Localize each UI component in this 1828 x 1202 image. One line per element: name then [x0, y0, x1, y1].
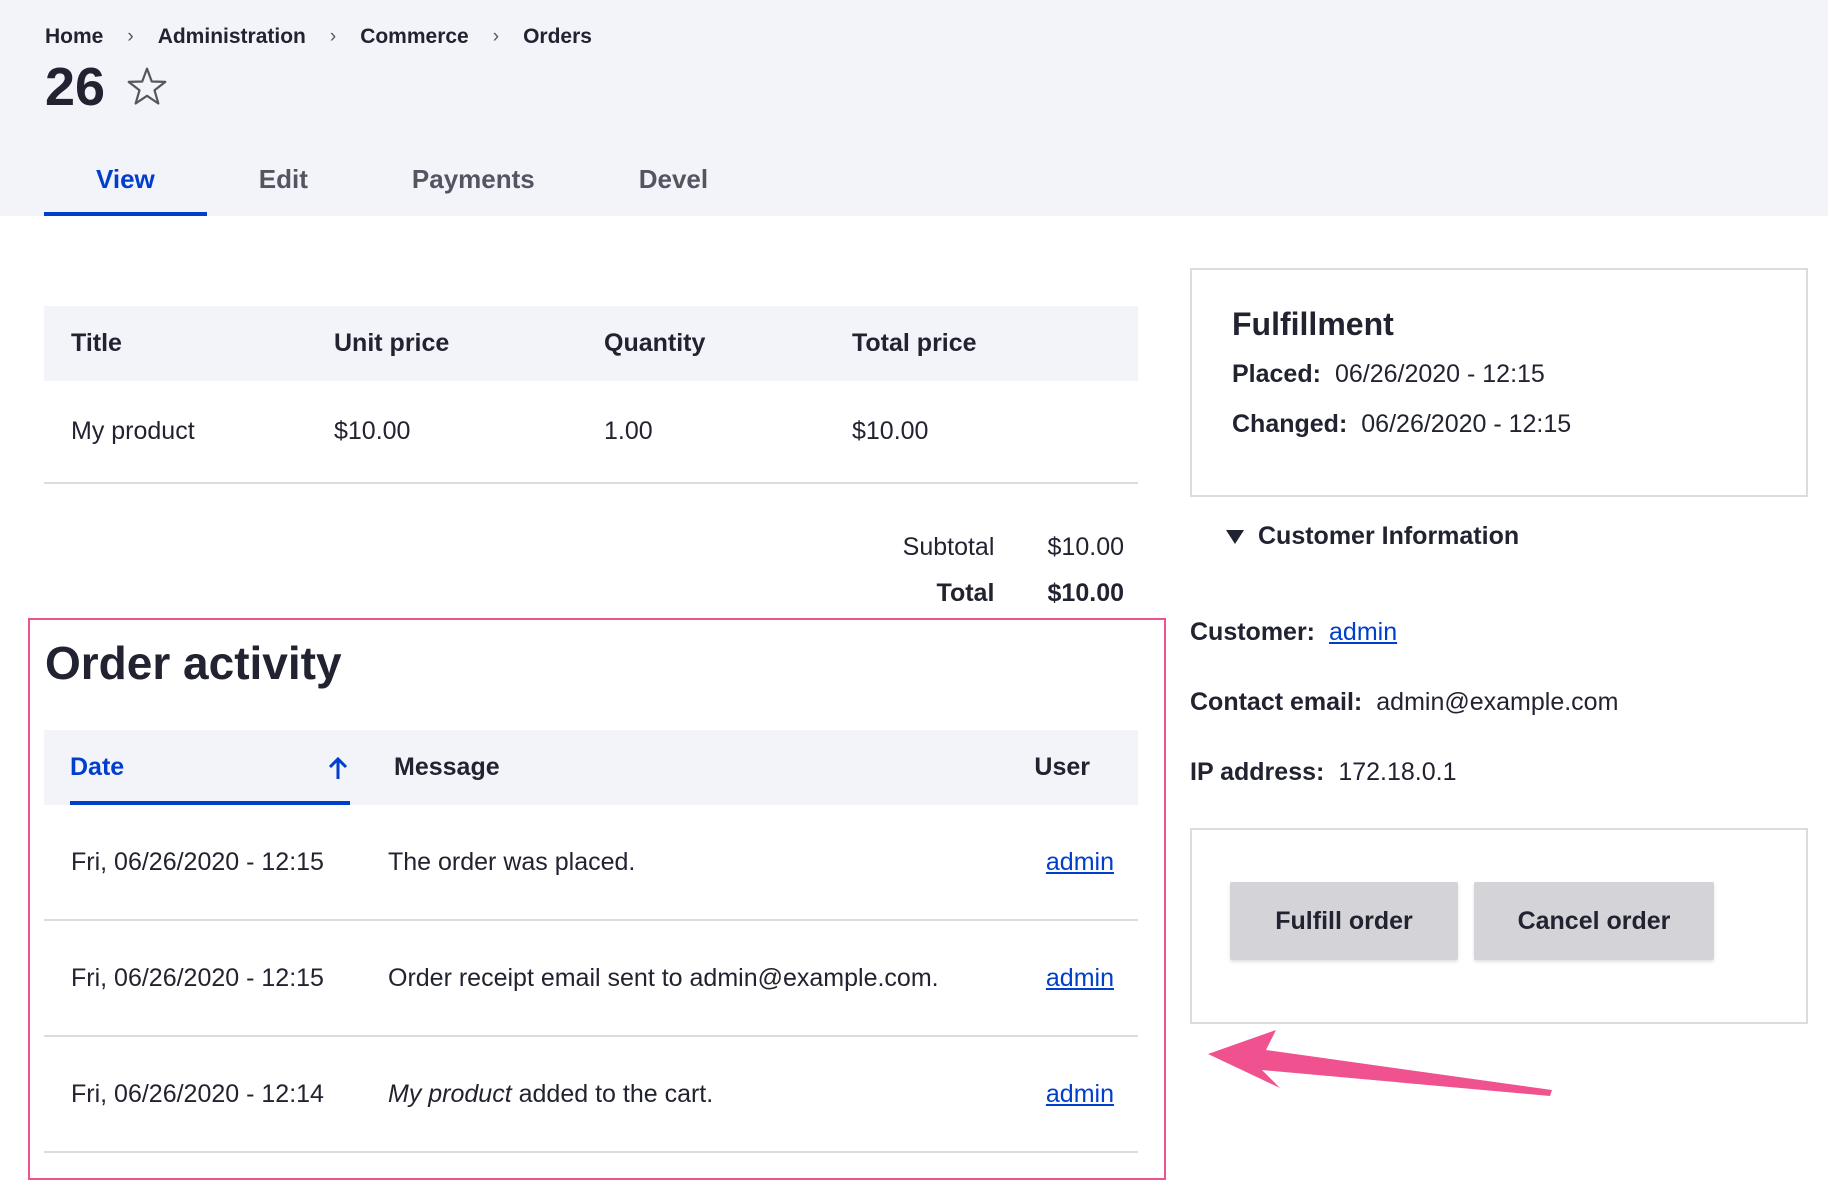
triangle-down-icon [1226, 529, 1244, 544]
total-value: $10.00 [1047, 578, 1124, 607]
activity-message-text: Order receipt email sent to admin@exampl… [388, 963, 939, 992]
order-activity-heading: Order activity [45, 637, 342, 689]
table-row: Fri, 06/26/2020 - 12:15 Order receipt em… [44, 921, 1138, 1037]
fulfill-order-button[interactable]: Fulfill order [1230, 882, 1458, 960]
fulfillment-heading: Fulfillment [1232, 306, 1394, 342]
column-header-user: User [1034, 753, 1090, 781]
placed-date: Placed: 06/26/2020 - 12:15 [1232, 360, 1545, 389]
pink-annotation-arrow-icon [1208, 1030, 1552, 1096]
page-title: 26 [45, 56, 169, 118]
item-quantity: 1.00 [604, 417, 653, 445]
order-items-table: Title Unit price Quantity Total price My… [44, 306, 1138, 484]
contact-email-row: Contact email: admin@example.com [1190, 688, 1618, 717]
customer-information-label: Customer Information [1258, 522, 1520, 550]
star-icon[interactable] [125, 65, 169, 109]
changed-label: Changed: [1232, 410, 1348, 438]
ip-address-row: IP address: 172.18.0.1 [1190, 758, 1457, 787]
column-header-unit-price: Unit price [334, 329, 450, 357]
item-total-price: $10.00 [852, 417, 929, 445]
activity-date: Fri, 06/26/2020 - 12:15 [71, 963, 324, 992]
order-activity-table: Date Message User Fri, 06/26/2020 - 12:1… [44, 730, 1138, 1153]
changed-date: Changed: 06/26/2020 - 12:15 [1232, 410, 1571, 439]
breadcrumb-home[interactable]: Home [45, 25, 103, 49]
contact-email-label: Contact email: [1190, 688, 1363, 716]
activity-user-link[interactable]: admin [1046, 848, 1114, 876]
item-unit-price: $10.00 [334, 417, 411, 445]
order-actions-card: Fulfill order Cancel order [1190, 828, 1808, 1024]
activity-message-text: The order was placed. [388, 847, 636, 876]
arrow-up-icon [328, 756, 348, 779]
cancel-order-button[interactable]: Cancel order [1474, 882, 1714, 960]
total-label: Total [936, 578, 995, 607]
breadcrumb-administration[interactable]: Administration [158, 25, 306, 49]
changed-value: 06/26/2020 - 12:15 [1361, 410, 1572, 438]
column-header-quantity: Quantity [604, 329, 706, 357]
item-title: My product [71, 417, 195, 445]
breadcrumb-commerce[interactable]: Commerce [360, 25, 469, 49]
customer-link[interactable]: admin [1329, 618, 1397, 646]
column-header-date[interactable]: Date [70, 730, 350, 805]
activity-user-link[interactable]: admin [1046, 964, 1114, 992]
breadcrumb-separator: › [329, 26, 337, 47]
activity-message-text: added to the cart. [511, 1079, 714, 1108]
breadcrumb-separator: › [492, 26, 500, 47]
activity-user-link[interactable]: admin [1046, 1080, 1114, 1108]
ip-address-label: IP address: [1190, 758, 1325, 786]
breadcrumb-orders[interactable]: Orders [523, 25, 592, 49]
activity-message: Order receipt email sent to admin@exampl… [374, 964, 1014, 993]
column-header-title: Title [71, 329, 122, 357]
table-header: Title Unit price Quantity Total price [44, 306, 1138, 381]
placed-label: Placed: [1232, 360, 1321, 388]
tab-payments[interactable]: Payments [360, 152, 587, 216]
tab-view[interactable]: View [44, 152, 207, 216]
table-row: Fri, 06/26/2020 - 12:14 My product added… [44, 1037, 1138, 1153]
customer-information-toggle[interactable]: Customer Information [1226, 522, 1519, 551]
subtotal-label: Subtotal [902, 532, 995, 561]
activity-message: My product added to the cart. [374, 1080, 1014, 1109]
activity-date: Fri, 06/26/2020 - 12:15 [71, 847, 324, 876]
customer-label: Customer: [1190, 618, 1316, 646]
column-header-message: Message [394, 753, 500, 781]
ip-address-value: 172.18.0.1 [1338, 758, 1457, 786]
table-header: Date Message User [44, 730, 1138, 805]
order-number: 26 [45, 57, 106, 117]
breadcrumb: Home › Administration › Commerce › Order… [45, 25, 592, 49]
activity-message-emphasis: My product [388, 1079, 512, 1108]
table-row: Fri, 06/26/2020 - 12:15 The order was pl… [44, 805, 1138, 921]
placed-value: 06/26/2020 - 12:15 [1334, 360, 1545, 388]
fulfillment-card: Fulfillment Placed: 06/26/2020 - 12:15 Ch… [1190, 268, 1808, 497]
activity-date: Fri, 06/26/2020 - 12:14 [71, 1079, 324, 1108]
order-totals: Subtotal $10.00 Total $10.00 [860, 524, 1124, 616]
column-header-total-price: Total price [852, 329, 977, 357]
date-header-label: Date [70, 753, 125, 781]
table-row: My product $10.00 1.00 $10.00 [44, 381, 1138, 484]
activity-message: The order was placed. [374, 848, 1014, 877]
tab-edit[interactable]: Edit [207, 152, 360, 216]
subtotal-value: $10.00 [1047, 532, 1124, 561]
contact-email-value: admin@example.com [1376, 688, 1619, 716]
breadcrumb-separator: › [127, 26, 134, 47]
primary-tabs: View Edit Payments Devel [44, 152, 760, 216]
tab-devel[interactable]: Devel [587, 152, 760, 216]
customer-row: Customer: admin [1190, 618, 1397, 647]
